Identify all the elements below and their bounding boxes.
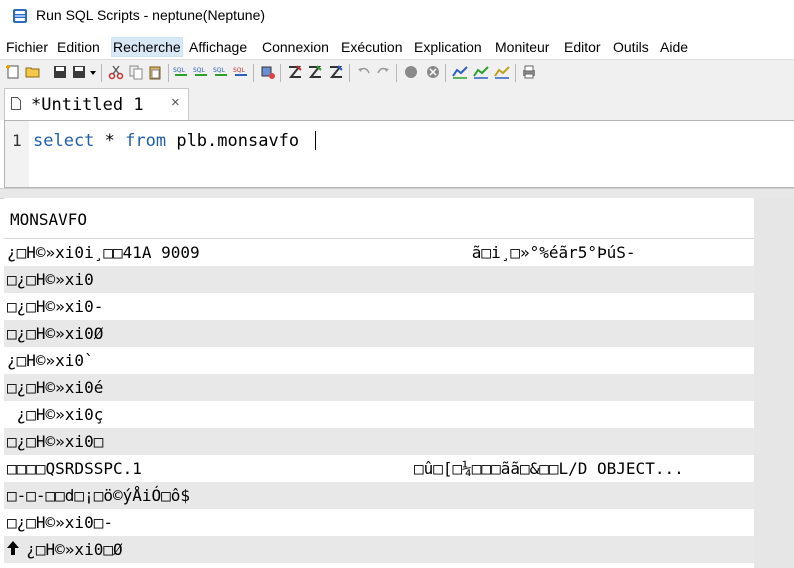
new-script-icon[interactable]: [5, 64, 21, 80]
explain-stop-icon[interactable]: [328, 64, 344, 80]
cancel-icon[interactable]: [425, 64, 441, 80]
explain-run-icon[interactable]: [307, 64, 323, 80]
app-icon: [13, 9, 27, 23]
results-grid: MONSAVFO ¿□H©»xi0i¸□□41A 9009 ã□i¸□»°%éã…: [4, 198, 754, 568]
menu-moniteur[interactable]: Moniteur: [494, 38, 550, 56]
undo-icon[interactable]: [356, 64, 372, 80]
save-all-icon[interactable]: [71, 64, 87, 80]
line-number: 1: [12, 131, 22, 150]
menu-aide[interactable]: Aide: [659, 38, 689, 56]
table-row[interactable]: ¿□H©»xi0ç: [4, 401, 754, 428]
toolbar-separator: [349, 64, 350, 82]
table-row[interactable]: ¿□H©»xi0□Ø: [4, 536, 754, 563]
table-row[interactable]: □¿□H©»xi0é: [4, 374, 754, 401]
document-icon: [11, 97, 21, 110]
connection-icon[interactable]: [260, 64, 276, 80]
copy-icon[interactable]: [128, 64, 144, 80]
row-cell: □¿□H©»xi0□: [7, 432, 104, 451]
code-line[interactable]: select * from plb.monsavfo: [33, 131, 317, 151]
toolbar-separator: [101, 64, 102, 82]
column-header[interactable]: MONSAVFO: [4, 198, 754, 239]
menu-edition[interactable]: Edition: [56, 38, 101, 56]
close-icon[interactable]: ×: [171, 94, 180, 111]
table-row[interactable]: ¿□H©»xi0i¸□□41A 9009 ã□i¸□»°%éãr5°ÞúS-: [4, 239, 754, 266]
sql-statement-icon[interactable]: SQL: [173, 64, 189, 80]
tab-label: *Untitled 1: [31, 95, 144, 115]
line-gutter: 1: [5, 121, 29, 187]
monitor-stop-icon[interactable]: [494, 64, 510, 80]
row-cell: ¿□H©»xi0i¸□□41A 9009: [7, 243, 200, 262]
row-cell-tail: □û□[□¼□□□ãã□&□□L/D OBJECT...: [414, 459, 684, 478]
save-dropdown-icon[interactable]: [88, 64, 98, 80]
row-cell: □-□-□□d□¡□ö©ýÅiÓ□ô$: [7, 486, 191, 505]
menu-execution[interactable]: Exécution: [340, 38, 403, 56]
row-cell-tail: ã□i¸□»°%éãr5°ÞúS-: [414, 243, 636, 262]
column-header-label: MONSAVFO: [10, 210, 88, 229]
toolbar-separator: [168, 64, 169, 82]
row-cell: □¿□H©»xi0: [7, 270, 94, 289]
menu-recherche[interactable]: Recherche: [111, 37, 183, 57]
menu-affichage[interactable]: Affichage: [188, 38, 248, 56]
keyword-select: select: [33, 131, 95, 151]
open-icon[interactable]: [25, 64, 41, 80]
row-cell: □¿□H©»xi0é: [7, 378, 104, 397]
monitor-icon[interactable]: [452, 64, 468, 80]
table-row[interactable]: □¿□H©»xi0-: [4, 293, 754, 320]
paste-icon[interactable]: [147, 64, 163, 80]
toolbar: SQL SQL SQL SQL: [0, 59, 794, 87]
table-row[interactable]: ¿□H©»xi0`: [4, 347, 754, 374]
row-cell: □¿□H©»xi0Ø: [7, 324, 104, 343]
window-title: Run SQL Scripts - neptune(Neptune): [36, 7, 266, 23]
stop-icon[interactable]: [403, 64, 419, 80]
table-row[interactable]: □¿□H©»xi0: [4, 266, 754, 293]
menu-outils[interactable]: Outils: [612, 38, 650, 56]
row-cell: ¿□H©»xi0`: [7, 351, 94, 370]
text-caret: [315, 131, 317, 150]
menu-bar: Fichier Edition Recherche Affichage Conn…: [0, 36, 794, 58]
menu-fichier[interactable]: Fichier: [5, 38, 49, 56]
row-cell: □¿□H©»xi0□-: [7, 513, 113, 532]
menu-editor[interactable]: Editor: [563, 38, 602, 56]
row-cell: ¿□H©»xi0□Ø: [7, 540, 123, 559]
row-cell: □¿□H©»xi0-: [7, 297, 104, 316]
code-star: *: [94, 131, 126, 151]
row-cell: ¿□H©»xi0ç: [7, 405, 104, 424]
results-pane: MONSAVFO ¿□H©»xi0i¸□□41A 9009 ã□i¸□»°%éã…: [4, 198, 794, 568]
table-row[interactable]: □¿□H©»xi0□: [4, 428, 754, 455]
svg-text:SQL: SQL: [213, 67, 226, 74]
svg-text:SQL: SQL: [233, 67, 246, 74]
print-icon[interactable]: [521, 64, 537, 80]
title-bar: Run SQL Scripts - neptune(Neptune): [0, 0, 794, 34]
svg-text:SQL: SQL: [193, 67, 206, 74]
svg-text:SQL: SQL: [173, 67, 186, 74]
sql-selected-icon[interactable]: SQL: [193, 64, 209, 80]
sql-editor[interactable]: 1 select * from plb.monsavfo: [4, 120, 794, 188]
code-table-name: plb.monsavfo: [166, 131, 310, 151]
redo-icon[interactable]: [375, 64, 391, 80]
table-row[interactable]: □¿□H©»xi0□-: [4, 509, 754, 536]
row-cell: □□□□QSRDSSPC.1: [7, 459, 142, 478]
explain-icon[interactable]: [287, 64, 303, 80]
menu-connexion[interactable]: Connexion: [261, 38, 330, 56]
table-row[interactable]: □□□□QSRDSSPC.1 □û□[□¼□□□ãã□&□□L/D OBJECT.…: [4, 455, 754, 482]
keyword-from: from: [125, 131, 167, 151]
toolbar-separator: [515, 64, 516, 82]
table-row[interactable]: □¿□H©»xi0Ø: [4, 320, 754, 347]
toolbar-separator: [253, 64, 254, 82]
sql-all-icon[interactable]: SQL: [213, 64, 229, 80]
table-row[interactable]: □-□-□□d□¡□ö©ýÅiÓ□ô$: [4, 482, 754, 509]
monitor-run-icon[interactable]: [473, 64, 489, 80]
menu-explication[interactable]: Explication: [413, 38, 483, 56]
tab-strip: *Untitled 1 ×: [0, 86, 794, 121]
save-icon[interactable]: [52, 64, 68, 80]
toolbar-separator: [280, 64, 281, 82]
toolbar-separator: [396, 64, 397, 82]
sql-from-cursor-icon[interactable]: SQL: [233, 64, 249, 80]
toolbar-separator: [445, 64, 446, 82]
tab-untitled-1[interactable]: *Untitled 1 ×: [4, 88, 189, 121]
cut-icon[interactable]: [108, 64, 124, 80]
